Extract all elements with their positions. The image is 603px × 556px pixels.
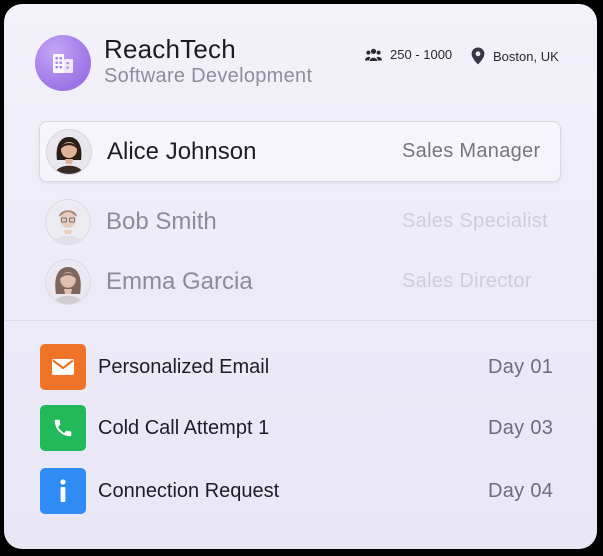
contact-role: Sales Director — [402, 270, 532, 292]
company-size: 250 - 1000 — [365, 47, 452, 62]
step-row-call[interactable]: Cold Call Attempt 1 Day 03 — [40, 405, 560, 451]
company-location: Boston, UK — [471, 47, 559, 65]
contact-row-emma-garcia[interactable]: Emma Garcia Sales Director — [39, 252, 559, 311]
contact-role: Sales Manager — [402, 140, 541, 162]
avatar — [45, 198, 91, 245]
contact-name: Emma Garcia — [106, 267, 253, 295]
location-pin-icon — [471, 47, 485, 65]
step-day: Day 03 — [488, 416, 554, 439]
contact-row-alice-johnson[interactable]: Alice Johnson Sales Manager — [39, 121, 561, 182]
company-industry: Software Development — [104, 65, 313, 87]
step-day: Day 01 — [488, 355, 554, 378]
step-row-email[interactable]: Personalized Email Day 01 — [40, 344, 560, 390]
step-label: Cold Call Attempt 1 — [98, 416, 270, 439]
mail-icon — [40, 344, 86, 390]
company-name: ReachTech — [104, 34, 236, 64]
info-icon — [40, 468, 86, 514]
company-card: ReachTech Software Development 250 - 100… — [4, 4, 597, 549]
phone-icon — [40, 405, 86, 451]
company-size-text: 250 - 1000 — [390, 47, 453, 62]
people-icon — [365, 48, 382, 61]
company-logo — [35, 35, 91, 91]
contact-name: Alice Johnson — [107, 137, 257, 165]
step-row-connection[interactable]: Connection Request Day 04 — [40, 468, 560, 514]
contact-role: Sales Specialist — [402, 210, 548, 232]
divider — [4, 320, 597, 321]
step-label: Personalized Email — [98, 355, 270, 378]
company-location-text: Boston, UK — [493, 48, 559, 64]
building-icon — [53, 54, 73, 73]
avatar — [46, 128, 92, 175]
avatar — [45, 258, 91, 305]
step-day: Day 04 — [488, 479, 554, 502]
contact-name: Bob Smith — [106, 207, 217, 235]
step-label: Connection Request — [98, 479, 280, 502]
contact-row-bob-smith[interactable]: Bob Smith Sales Specialist — [39, 192, 559, 251]
